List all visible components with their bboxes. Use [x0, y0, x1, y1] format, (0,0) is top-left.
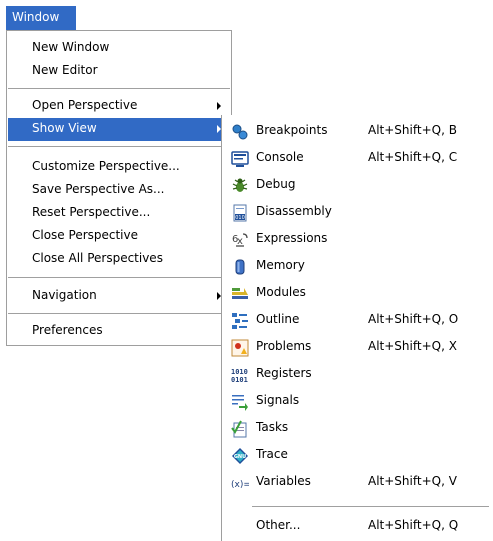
menu-item-label: Preferences	[32, 323, 103, 337]
show-view-submenu: Breakpoints Alt+Shift+Q, B Console Alt+S…	[221, 115, 493, 541]
view-item-label: Outline	[256, 312, 300, 326]
view-item-label: Expressions	[256, 231, 328, 245]
expressions-icon: 6x	[231, 231, 249, 249]
menu-item-label: New Window	[32, 40, 110, 54]
view-item-label: Breakpoints	[256, 123, 328, 137]
menu-item-label: Reset Perspective...	[32, 205, 151, 219]
view-item-label: Memory	[256, 258, 305, 272]
menu-item-navigation[interactable]: Navigation	[8, 285, 230, 308]
view-item-shortcut: Alt+Shift+Q, O	[368, 312, 459, 326]
modules-icon	[231, 285, 249, 303]
view-item-label: Variables	[256, 474, 311, 488]
menu-separator	[8, 146, 230, 147]
menu-item-new-window[interactable]: New Window	[8, 37, 230, 60]
view-item-label: Trace	[256, 447, 288, 461]
view-item-modules[interactable]: Modules	[222, 280, 493, 307]
view-item-tasks[interactable]: Tasks	[222, 415, 493, 442]
view-item-label: Disassembly	[256, 204, 332, 218]
svg-text:0101: 0101	[231, 376, 248, 384]
breakpoints-icon	[231, 123, 249, 141]
view-item-label: Tasks	[256, 420, 289, 434]
console-icon	[231, 150, 249, 168]
view-item-shortcut: Alt+Shift+Q, B	[368, 123, 457, 137]
menu-item-preferences[interactable]: Preferences	[8, 320, 230, 343]
menu-item-label: Close All Perspectives	[32, 251, 163, 265]
menu-item-close-all-perspectives[interactable]: Close All Perspectives	[8, 248, 230, 271]
menu-item-label: New Editor	[32, 63, 98, 77]
view-item-registers[interactable]: 1010 0101 Registers	[222, 361, 493, 388]
view-item-shortcut: Alt+Shift+Q, V	[368, 474, 457, 488]
menu-item-label: Save Perspective As...	[32, 182, 165, 196]
registers-icon: 1010 0101	[231, 366, 249, 384]
window-menu: New Window New Editor Open Perspective S…	[6, 30, 232, 346]
menu-item-label: Navigation	[32, 288, 97, 302]
menu-item-label: Close Perspective	[32, 228, 139, 242]
svg-text:010: 010	[235, 215, 245, 221]
menu-item-show-view[interactable]: Show View	[8, 118, 230, 141]
view-item-shortcut: Alt+Shift+Q, X	[368, 339, 457, 353]
view-item-console[interactable]: Console Alt+Shift+Q, C	[222, 145, 493, 172]
disassembly-icon: 010	[231, 204, 249, 222]
trace-icon: GNU	[231, 447, 249, 465]
menu-separator	[8, 313, 230, 314]
menu-item-label: Show View	[32, 121, 97, 135]
view-item-memory[interactable]: Memory	[222, 253, 493, 280]
menu-item-open-perspective[interactable]: Open Perspective	[8, 95, 230, 118]
outline-icon	[231, 312, 249, 330]
debug-icon	[231, 177, 249, 195]
menu-item-reset-perspective[interactable]: Reset Perspective...	[8, 202, 230, 225]
svg-text:GNU: GNU	[234, 454, 246, 460]
view-item-label: Modules	[256, 285, 306, 299]
menu-item-label: Open Perspective	[32, 98, 138, 112]
menu-separator	[8, 88, 230, 89]
view-item-debug[interactable]: Debug	[222, 172, 493, 199]
menu-item-label: Customize Perspective...	[32, 159, 180, 173]
tasks-icon	[231, 420, 249, 438]
menu-item-customize-perspective[interactable]: Customize Perspective...	[8, 156, 230, 179]
view-item-outline[interactable]: Outline Alt+Shift+Q, O	[222, 307, 493, 334]
view-item-trace[interactable]: GNU Trace	[222, 442, 493, 469]
memory-icon	[231, 258, 249, 276]
menubar-window-label: Window	[12, 10, 60, 24]
view-item-label: Other...	[256, 518, 301, 532]
view-item-signals[interactable]: Signals	[222, 388, 493, 415]
menu-separator	[8, 277, 230, 278]
view-item-shortcut: Alt+Shift+Q, C	[368, 150, 458, 164]
view-item-label: Registers	[256, 366, 312, 380]
view-item-variables[interactable]: (x)= Variables Alt+Shift+Q, V	[222, 469, 493, 496]
view-item-problems[interactable]: Problems Alt+Shift+Q, X	[222, 334, 493, 361]
view-item-other[interactable]: Other... Alt+Shift+Q, Q	[222, 513, 493, 540]
view-item-label: Console	[256, 150, 304, 164]
submenu-arrow-icon	[217, 102, 221, 110]
signals-icon	[231, 393, 249, 411]
variables-icon: (x)=	[231, 474, 251, 492]
view-item-breakpoints[interactable]: Breakpoints Alt+Shift+Q, B	[222, 118, 493, 145]
menu-item-new-editor[interactable]: New Editor	[8, 60, 230, 83]
menubar-window[interactable]: Window	[6, 6, 76, 30]
view-item-disassembly[interactable]: 010 Disassembly	[222, 199, 493, 226]
view-item-expressions[interactable]: 6x Expressions	[222, 226, 493, 253]
problems-icon	[231, 339, 249, 357]
svg-text:1010: 1010	[231, 368, 248, 376]
svg-text:(x)=: (x)=	[231, 480, 249, 490]
menu-item-close-perspective[interactable]: Close Perspective	[8, 225, 230, 248]
view-item-label: Problems	[256, 339, 312, 353]
menu-item-save-perspective-as[interactable]: Save Perspective As...	[8, 179, 230, 202]
view-item-label: Debug	[256, 177, 296, 191]
submenu-separator	[252, 506, 489, 507]
view-item-label: Signals	[256, 393, 300, 407]
view-item-shortcut: Alt+Shift+Q, Q	[368, 518, 459, 532]
